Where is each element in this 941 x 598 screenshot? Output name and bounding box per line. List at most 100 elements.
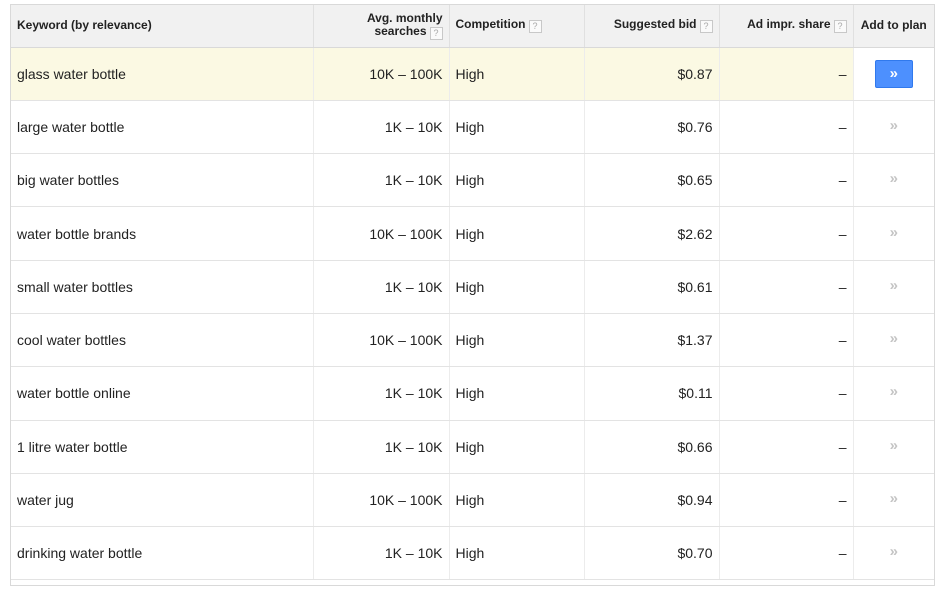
searches-value: 10K – 100K bbox=[369, 65, 443, 82]
help-icon[interactable]: ? bbox=[699, 20, 713, 34]
suggested-bid-cell: $0.65 bbox=[584, 153, 720, 208]
table-row: cool water bottles 10K – 100K High $1.37… bbox=[11, 313, 934, 368]
add-to-plan-cell: » bbox=[852, 473, 934, 528]
add-to-plan-cell: » bbox=[852, 366, 934, 421]
add-to-plan-button[interactable]: » bbox=[874, 59, 913, 88]
table-row: large water bottle 1K – 10K High $0.76 –… bbox=[11, 100, 934, 155]
keyword-text: big water bottles bbox=[17, 172, 119, 189]
ad-share-value: – bbox=[838, 278, 847, 295]
competition-value: High bbox=[455, 385, 485, 402]
searches-value: 10K – 100K bbox=[369, 225, 443, 242]
keyword-cell: water bottle brands bbox=[11, 206, 314, 261]
ad-share-cell: – bbox=[719, 526, 854, 581]
searches-value: 1K – 10K bbox=[384, 545, 443, 562]
add-to-plan-button[interactable]: » bbox=[875, 273, 913, 301]
keyword-cell: cool water bottles bbox=[11, 313, 314, 368]
header-ad-impr-share[interactable]: Ad impr. share? bbox=[719, 5, 854, 48]
competition-cell: High bbox=[449, 100, 585, 155]
keyword-text: 1 litre water bottle bbox=[17, 438, 128, 455]
keyword-cell: large water bottle bbox=[11, 100, 314, 155]
table-row: water bottle online 1K – 10K High $0.11 … bbox=[11, 366, 934, 421]
competition-value: High bbox=[455, 492, 485, 509]
header-competition[interactable]: Competition? bbox=[449, 5, 585, 48]
competition-value: High bbox=[455, 118, 485, 135]
ad-share-cell: – bbox=[719, 100, 854, 155]
keyword-cell: water bottle online bbox=[11, 366, 314, 421]
keyword-text: water bottle brands bbox=[17, 225, 137, 242]
searches-cell: 1K – 10K bbox=[313, 260, 450, 314]
add-to-plan-button[interactable]: » bbox=[875, 220, 913, 248]
add-to-plan-cell: » bbox=[852, 206, 934, 261]
table-row: glass water bottle 10K – 100K High $0.87… bbox=[11, 47, 934, 101]
searches-value: 10K – 100K bbox=[369, 332, 443, 349]
help-icon[interactable]: ? bbox=[429, 26, 443, 40]
keyword-text: water jug bbox=[17, 492, 74, 509]
header-avg-monthly-searches[interactable]: Avg. monthly searches? bbox=[313, 5, 450, 48]
table-row: small water bottles 1K – 10K High $0.61 … bbox=[11, 260, 934, 314]
keyword-cell: drinking water bottle bbox=[11, 526, 314, 581]
bid-value: $0.66 bbox=[677, 438, 713, 455]
searches-cell: 10K – 100K bbox=[313, 313, 450, 368]
table-row: drinking water bottle 1K – 10K High $0.7… bbox=[11, 526, 934, 581]
add-to-plan-cell: » bbox=[852, 420, 934, 474]
competition-cell: High bbox=[449, 153, 585, 208]
keyword-cell: big water bottles bbox=[11, 153, 314, 208]
ad-share-value: – bbox=[838, 65, 847, 82]
competition-value: High bbox=[455, 65, 485, 82]
add-to-plan-cell: » bbox=[852, 153, 934, 208]
add-to-plan-button[interactable]: » bbox=[875, 486, 913, 514]
bid-value: $0.11 bbox=[678, 385, 713, 402]
searches-value: 10K – 100K bbox=[369, 492, 443, 509]
bid-value: $0.87 bbox=[677, 65, 713, 82]
table-row: water bottle brands 10K – 100K High $2.6… bbox=[11, 206, 934, 261]
searches-value: 1K – 10K bbox=[384, 118, 443, 135]
bid-value: $0.61 bbox=[677, 278, 713, 295]
suggested-bid-cell: $0.70 bbox=[584, 526, 720, 581]
table-row: 1 litre water bottle 1K – 10K High $0.66… bbox=[11, 420, 934, 474]
bid-value: $1.37 bbox=[677, 332, 713, 349]
searches-cell: 10K – 100K bbox=[313, 473, 450, 528]
competition-cell: High bbox=[449, 473, 585, 528]
keyword-cell: small water bottles bbox=[11, 260, 314, 314]
header-suggested-bid[interactable]: Suggested bid? bbox=[584, 5, 720, 48]
ad-share-value: – bbox=[838, 225, 847, 242]
table-header: Keyword (by relevance) Avg. monthly sear… bbox=[11, 5, 934, 48]
searches-cell: 10K – 100K bbox=[313, 47, 450, 101]
ad-share-cell: – bbox=[719, 366, 854, 421]
searches-value: 1K – 10K bbox=[384, 438, 443, 455]
add-to-plan-button[interactable]: » bbox=[875, 326, 913, 354]
ad-share-cell: – bbox=[719, 420, 854, 474]
suggested-bid-cell: $0.66 bbox=[584, 420, 720, 474]
competition-cell: High bbox=[449, 313, 585, 368]
header-keyword[interactable]: Keyword (by relevance) bbox=[11, 5, 314, 48]
help-icon[interactable]: ? bbox=[528, 20, 542, 34]
add-to-plan-button[interactable]: » bbox=[875, 166, 913, 194]
header-add-to-plan: Add to plan bbox=[852, 5, 934, 48]
searches-cell: 1K – 10K bbox=[313, 100, 450, 155]
competition-value: High bbox=[455, 438, 485, 455]
searches-value: 1K – 10K bbox=[384, 385, 443, 402]
ad-share-cell: – bbox=[719, 260, 854, 314]
competition-cell: High bbox=[449, 206, 585, 261]
add-to-plan-button[interactable]: » bbox=[875, 433, 913, 461]
add-to-plan-button[interactable]: » bbox=[875, 113, 913, 141]
add-to-plan-button[interactable]: » bbox=[875, 379, 913, 407]
competition-cell: High bbox=[449, 366, 585, 421]
help-icon[interactable]: ? bbox=[833, 20, 847, 34]
add-to-plan-button[interactable]: » bbox=[875, 539, 913, 567]
competition-cell: High bbox=[449, 47, 585, 101]
keyword-text: cool water bottles bbox=[17, 332, 126, 349]
searches-cell: 1K – 10K bbox=[313, 153, 450, 208]
add-to-plan-cell: » bbox=[852, 526, 934, 581]
searches-value: 1K – 10K bbox=[384, 172, 443, 189]
ad-share-cell: – bbox=[719, 153, 854, 208]
competition-value: High bbox=[455, 225, 485, 242]
keyword-cell: water jug bbox=[11, 473, 314, 528]
bid-value: $2.62 bbox=[677, 225, 713, 242]
searches-cell: 1K – 10K bbox=[313, 526, 450, 581]
ad-share-value: – bbox=[838, 545, 847, 562]
competition-cell: High bbox=[449, 260, 585, 314]
keyword-text: water bottle online bbox=[17, 385, 131, 402]
table-row: water jug 10K – 100K High $0.94 – » bbox=[11, 473, 934, 528]
add-to-plan-cell: » bbox=[852, 47, 934, 101]
